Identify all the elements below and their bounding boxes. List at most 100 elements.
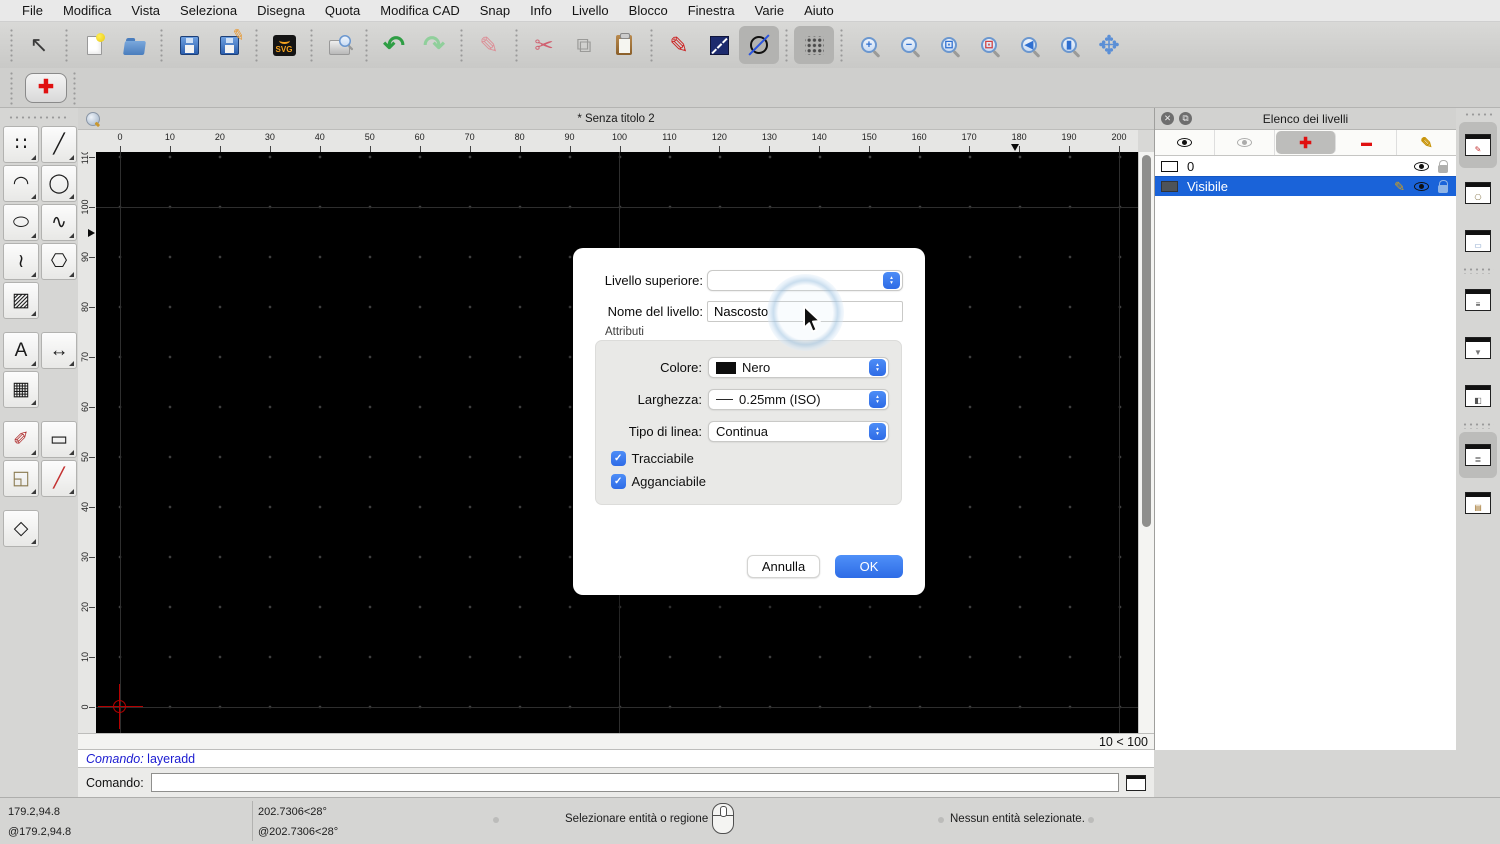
tool-ellipse-button[interactable]: ⬭ xyxy=(3,204,39,241)
undo-button[interactable]: ↶ xyxy=(374,26,414,64)
copy-button[interactable]: ⧉ xyxy=(564,26,604,64)
command-input[interactable] xyxy=(150,773,1119,792)
horizontal-scroll-strip[interactable]: 10 < 100 xyxy=(78,733,1154,750)
dock-drag-handle[interactable] xyxy=(1464,112,1492,118)
dock-property-editor-button[interactable]: ✎ xyxy=(1459,122,1497,168)
new-file-button[interactable] xyxy=(74,26,114,64)
menu-finestra[interactable]: Finestra xyxy=(678,0,745,22)
tool-image-button[interactable]: ▦ xyxy=(3,371,39,408)
save-button[interactable] xyxy=(169,26,209,64)
menu-vista[interactable]: Vista xyxy=(121,0,170,22)
layer-row-visibile[interactable]: Visibile ✎ xyxy=(1155,176,1456,196)
add-layer-button[interactable]: ✚ xyxy=(1276,131,1336,154)
vertical-scrollbar-thumb[interactable] xyxy=(1142,155,1151,527)
pencil-icon[interactable]: ✎ xyxy=(1394,179,1405,195)
menu-blocco[interactable]: Blocco xyxy=(619,0,678,22)
command-history-value: layeradd xyxy=(147,752,196,766)
toolbar-drag-handle[interactable] xyxy=(9,28,14,62)
eye-icon[interactable] xyxy=(1414,182,1429,191)
traceable-checkbox[interactable]: ✓ Tracciabile xyxy=(611,451,694,466)
menu-file[interactable]: File xyxy=(12,0,53,22)
eye-icon xyxy=(1177,138,1192,147)
palette-drag-handle[interactable] xyxy=(8,114,70,121)
lock-icon[interactable] xyxy=(1438,159,1449,173)
draw-order-button[interactable]: ✎ xyxy=(659,26,699,64)
tool-polygon-button[interactable]: ⎔ xyxy=(41,243,77,280)
line-type-combobox[interactable]: Continua ▴ ▾ xyxy=(708,421,889,442)
zoom-in-button[interactable]: + xyxy=(849,26,889,64)
dock-lightweight-button[interactable]: ◧ xyxy=(1459,373,1497,419)
parent-layer-dropdown[interactable]: ▴ ▾ xyxy=(707,270,903,291)
menu-modifica[interactable]: Modifica xyxy=(53,0,121,22)
menu-aiuto[interactable]: Aiuto xyxy=(794,0,844,22)
tool-draw-settings-button[interactable]: ✐ xyxy=(3,421,39,458)
toolbar-separator xyxy=(64,28,69,62)
dock-selection-filter-button[interactable]: ▼ xyxy=(1459,325,1497,371)
tool-dimension-button[interactable]: ↔ xyxy=(41,332,77,369)
vertical-scrollbar[interactable] xyxy=(1138,152,1154,733)
eraser-button[interactable]: ✎ xyxy=(469,26,509,64)
svg-export-button[interactable]: SVG xyxy=(264,26,304,64)
tool-solid-3d-button[interactable]: ◇ xyxy=(3,510,39,547)
dock-library-browser-button[interactable]: ▭ xyxy=(1459,218,1497,264)
edit-layer-button[interactable]: ✎ xyxy=(1397,130,1456,155)
tool-spline-button[interactable]: ∿ xyxy=(41,204,77,241)
tool-hatch-button[interactable]: ▨ xyxy=(3,282,39,319)
tool-arc-button[interactable]: ◠ xyxy=(3,165,39,202)
tool-measure-button[interactable]: ▭ xyxy=(41,421,77,458)
menu-quota[interactable]: Quota xyxy=(315,0,370,22)
menu-varie[interactable]: Varie xyxy=(745,0,794,22)
menu-modifica-cad[interactable]: Modifica CAD xyxy=(370,0,469,22)
dock-block-list-button[interactable]: ⎔ xyxy=(1459,170,1497,216)
cut-button[interactable]: ✂ xyxy=(524,26,564,64)
redo-button[interactable]: ↷ xyxy=(414,26,454,64)
draft-mode-button[interactable] xyxy=(739,26,779,64)
zoom-previous-button[interactable]: ◀ xyxy=(1009,26,1049,64)
paste-button[interactable] xyxy=(604,26,644,64)
tool-modify-cad-button[interactable]: ╱ xyxy=(41,460,77,497)
line-width-dropdown[interactable]: 0.25mm (ISO) ▴ ▾ xyxy=(708,389,889,410)
command-window-toggle-button[interactable] xyxy=(1126,774,1146,791)
tool-text-button[interactable]: A xyxy=(3,332,39,369)
color-dropdown[interactable]: Nero ▴ ▾ xyxy=(708,357,889,378)
toolbar-separator xyxy=(784,28,789,62)
layer-name-input[interactable] xyxy=(707,301,903,322)
zoom-selection-button[interactable]: ⊡ xyxy=(969,26,1009,64)
dock-selection-views-button[interactable]: ≡ xyxy=(1459,277,1497,323)
dock-command-line-button[interactable]: ≣ xyxy=(1459,432,1497,478)
open-file-button[interactable] xyxy=(114,26,154,64)
tool-polyline-button[interactable]: ≀ xyxy=(3,243,39,280)
menu-livello[interactable]: Livello xyxy=(562,0,619,22)
remove-layer-button[interactable]: ▬ xyxy=(1337,130,1397,155)
tool-points-button[interactable]: ∷ xyxy=(3,126,39,163)
zoom-window-button[interactable]: ▮ xyxy=(1049,26,1089,64)
menu-info[interactable]: Info xyxy=(520,0,562,22)
pan-button[interactable]: ✥ xyxy=(1089,26,1129,64)
menu-seleziona[interactable]: Seleziona xyxy=(170,0,247,22)
dock-clipboard-button[interactable]: ▤ xyxy=(1459,480,1497,526)
eye-icon[interactable] xyxy=(1414,161,1429,171)
lock-icon[interactable] xyxy=(1438,180,1449,193)
toolbar-drag-handle[interactable] xyxy=(9,70,14,105)
zoom-auto-button[interactable]: ⊡ xyxy=(929,26,969,64)
menu-snap[interactable]: Snap xyxy=(470,0,520,22)
select-arrow-button[interactable]: ↖ xyxy=(19,26,59,64)
layer-row-0[interactable]: 0 xyxy=(1155,156,1456,176)
detach-panel-button[interactable]: ⧉ xyxy=(1179,112,1192,125)
grid-toggle-button[interactable] xyxy=(794,26,834,64)
zoom-out-button[interactable]: − xyxy=(889,26,929,64)
snappable-checkbox[interactable]: ✓ Agganciabile xyxy=(611,474,706,489)
tool-line-button[interactable]: ╱ xyxy=(41,126,77,163)
add-entity-button[interactable]: ✚ xyxy=(25,72,67,103)
save-as-button[interactable]: ✎ xyxy=(209,26,249,64)
menu-disegna[interactable]: Disegna xyxy=(247,0,315,22)
close-panel-button[interactable]: ✕ xyxy=(1161,112,1174,125)
ok-button[interactable]: OK xyxy=(835,555,903,578)
cancel-button[interactable]: Annulla xyxy=(747,555,820,578)
print-preview-button[interactable] xyxy=(319,26,359,64)
hide-all-layers-button[interactable] xyxy=(1215,130,1275,155)
tool-modify-button[interactable]: ◱ xyxy=(3,460,39,497)
selection-mode-button[interactable] xyxy=(699,26,739,64)
show-all-layers-button[interactable] xyxy=(1155,130,1215,155)
tool-circle-button[interactable]: ◯ xyxy=(41,165,77,202)
